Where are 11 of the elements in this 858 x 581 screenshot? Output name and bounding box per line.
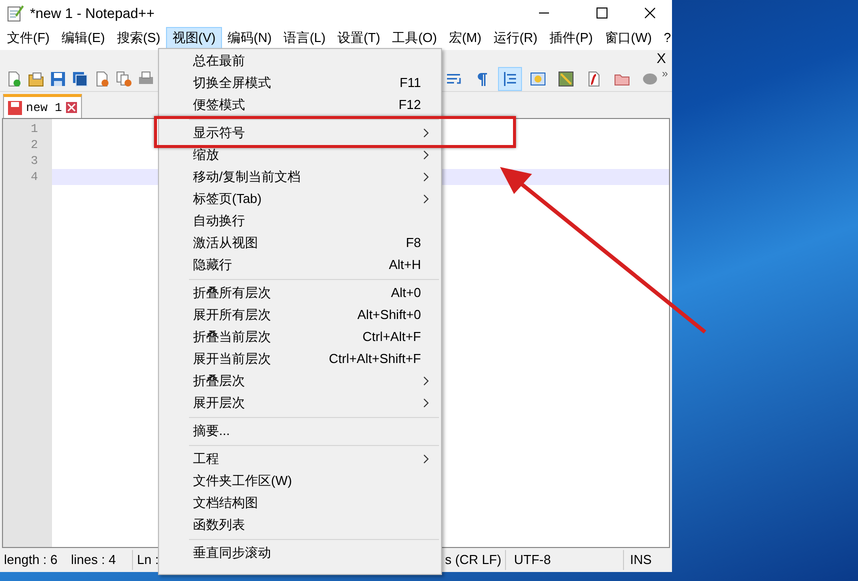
window-title: *new 1 - Notepad++ [30,4,155,23]
line-number: 3 [30,154,38,168]
line-number: 4 [30,170,38,184]
status-lines: lines : 4 [70,551,117,570]
status-length: length : 6 [3,551,58,570]
tab-label: new 1 [26,100,62,116]
line-number: 1 [30,122,38,136]
status-encoding: UTF-8 [505,550,623,570]
line-number: 2 [30,138,38,152]
status-mode: INS [623,550,652,570]
status-eol: s (CR LF) [445,551,502,570]
